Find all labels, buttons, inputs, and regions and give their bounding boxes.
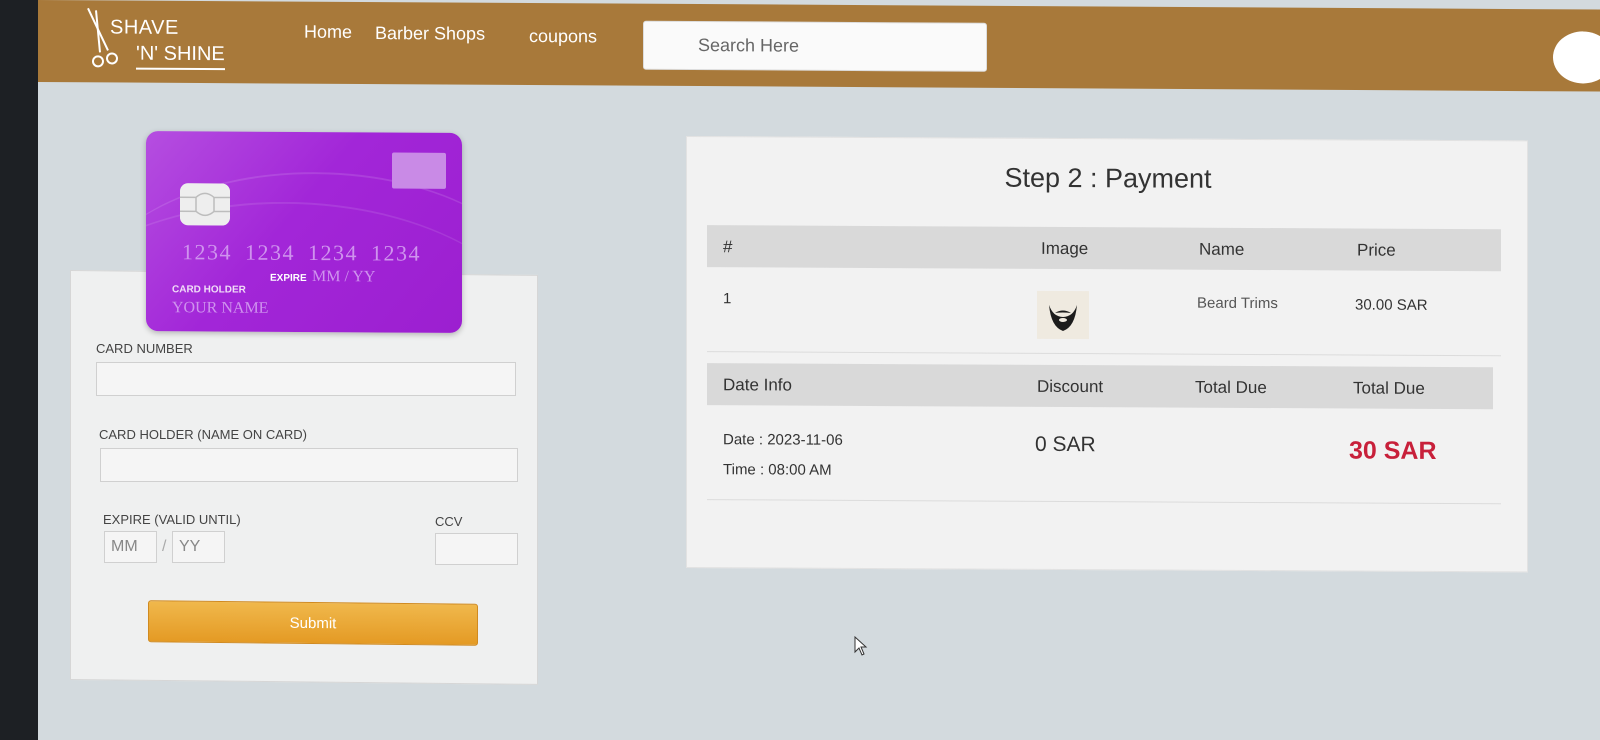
profile-avatar[interactable] (1553, 31, 1600, 84)
card-number-input[interactable] (96, 362, 516, 396)
payment-panel: Step 2 : Payment # Image Name Price 1 Be… (686, 136, 1528, 573)
ccv-label: CCV (435, 514, 463, 529)
browser-screen: SHAVE 'N' SHINE Home Barber Shops coupon… (38, 0, 1600, 740)
card-holder-preview: YOUR NAME (172, 299, 269, 317)
brand-line-2: 'N' SHINE (136, 42, 225, 71)
payment-step-title: Step 2 : Payment (1004, 162, 1212, 194)
date-value: 2023-11-06 (767, 431, 843, 449)
expire-year-input[interactable] (172, 531, 225, 563)
summary-col-date-info: Date Info (723, 375, 792, 395)
card-expire-label: EXPIRE (270, 272, 307, 285)
item-name: Beard Trims (1197, 294, 1278, 313)
items-col-image: Image (1041, 238, 1089, 259)
search-input[interactable] (643, 20, 987, 72)
chip-icon (180, 183, 230, 226)
nav-link-coupons[interactable]: coupons (529, 26, 597, 47)
time-value: 08:00 AM (768, 461, 832, 479)
beard-trims-image (1037, 290, 1089, 340)
mouse-cursor-icon (854, 636, 868, 656)
card-holder-input[interactable] (100, 448, 518, 482)
total-due-value: 30 SAR (1349, 436, 1437, 465)
brand-logo[interactable]: SHAVE 'N' SHINE (84, 6, 254, 73)
summary-divider (707, 499, 1501, 505)
top-navbar: SHAVE 'N' SHINE Home Barber Shops coupon… (38, 0, 1600, 92)
submit-button[interactable]: Submit (148, 600, 478, 646)
ccv-input[interactable] (435, 533, 518, 565)
discount-value: 0 SAR (1035, 432, 1096, 457)
summary-table-header: Date Info Discount Total Due Total Due (707, 363, 1493, 410)
date-label: Date : (723, 431, 764, 449)
time-label: Time : (723, 461, 765, 479)
card-number-label: CARD NUMBER (96, 341, 193, 356)
items-col-index: # (723, 237, 733, 257)
item-price: 30.00 SAR (1355, 296, 1428, 314)
beard-icon (1049, 304, 1077, 331)
expire-month-input[interactable] (104, 531, 157, 563)
items-col-name: Name (1199, 239, 1245, 259)
nav-link-home[interactable]: Home (304, 22, 352, 43)
summary-col-total-due-2: Total Due (1353, 378, 1425, 398)
expire-field-label: EXPIRE (VALID UNTIL) (103, 512, 241, 527)
expire-separator: / (162, 538, 167, 555)
items-divider (707, 351, 1501, 357)
summary-col-discount: Discount (1037, 376, 1104, 397)
summary-col-total-due: Total Due (1195, 377, 1267, 398)
items-col-price: Price (1357, 240, 1396, 260)
brand-line-1: SHAVE (110, 16, 179, 39)
appointment-time: Time : 08:00 AM (723, 461, 832, 479)
card-holder-field-label: CARD HOLDER (NAME ON CARD) (99, 427, 308, 442)
item-index: 1 (723, 290, 732, 308)
items-table-header: # Image Name Price (707, 225, 1501, 272)
card-expire-preview: MM / YY (312, 268, 376, 286)
card-holder-label: CARD HOLDER (172, 284, 246, 296)
nav-link-barber-shops[interactable]: Barber Shops (375, 23, 485, 45)
card-number-preview: 1234 1234 1234 1234 (182, 239, 421, 266)
credit-card-preview: 1234 1234 1234 1234 EXPIRE MM / YY CARD … (146, 131, 462, 333)
appointment-date: Date : 2023-11-06 (723, 431, 843, 449)
card-logo-placeholder (392, 152, 446, 189)
